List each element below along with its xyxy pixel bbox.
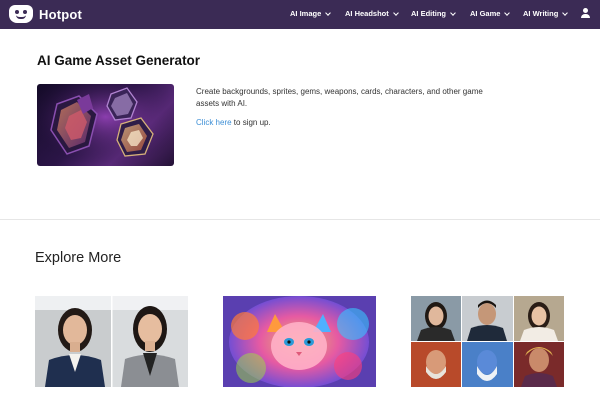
nav-item-label: AI Image <box>290 9 322 18</box>
hero-description: Create backgrounds, sprites, gems, weapo… <box>196 87 483 108</box>
nav-item-ai-headshot[interactable]: AI Headshot <box>345 9 399 18</box>
nav-item-ai-editing[interactable]: AI Editing <box>411 9 456 18</box>
section-divider <box>0 219 600 220</box>
chevron-down-icon <box>562 9 569 16</box>
explore-card-headshot[interactable] <box>35 296 188 387</box>
nav-item-label: AI Game <box>470 9 501 18</box>
portraits-thumbnail <box>411 296 564 387</box>
hero-image <box>37 84 174 166</box>
chevron-down-icon <box>392 9 399 16</box>
chevron-down-icon <box>325 9 332 16</box>
brand-logo[interactable]: Hotpot <box>9 5 82 23</box>
brand-name: Hotpot <box>39 6 83 22</box>
nav-item-label: AI Editing <box>411 9 446 18</box>
explore-card-art[interactable] <box>223 296 376 387</box>
nav-item-ai-writing[interactable]: AI Writing <box>523 9 569 18</box>
signup-text: Click here to sign up. <box>196 118 271 127</box>
chevron-down-icon <box>504 9 511 16</box>
nav-item-label: AI Writing <box>523 9 559 18</box>
art-thumbnail <box>223 296 376 387</box>
explore-title: Explore More <box>35 250 122 266</box>
nav-item-ai-image[interactable]: AI Image <box>290 9 332 18</box>
signup-link[interactable]: Click here <box>196 118 232 127</box>
chevron-down-icon <box>450 9 456 16</box>
page-title: AI Game Asset Generator <box>37 53 201 68</box>
top-navbar: Hotpot AI Image AI Headshot AI Editing A… <box>0 0 600 29</box>
user-account-icon[interactable] <box>581 8 590 19</box>
explore-card-portraits[interactable] <box>411 296 564 387</box>
signup-suffix: to sign up. <box>231 118 271 127</box>
headshot-thumbnail <box>35 296 188 387</box>
hotpot-logo-icon <box>9 5 33 23</box>
nav-item-label: AI Headshot <box>345 9 389 18</box>
nav-item-ai-game[interactable]: AI Game <box>470 9 511 18</box>
